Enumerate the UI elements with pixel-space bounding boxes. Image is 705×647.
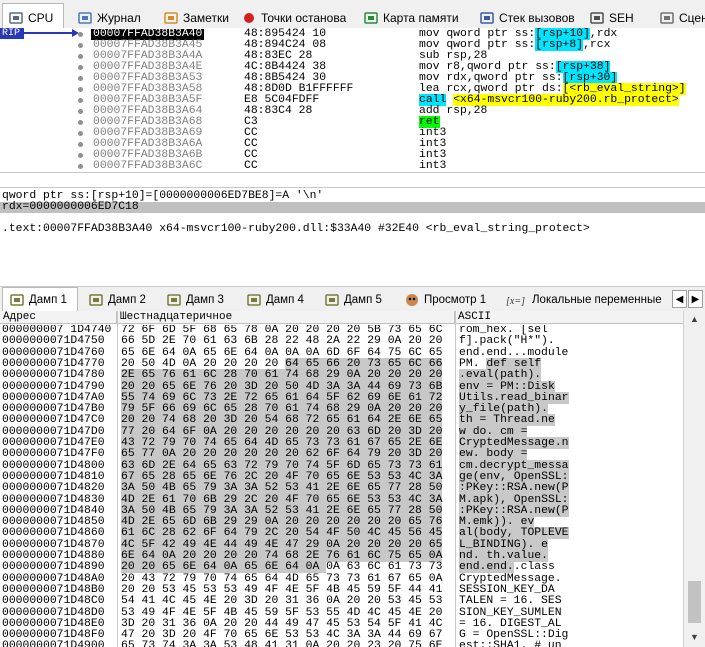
- tab-label: Дамп 1: [29, 294, 67, 306]
- tab-scroll-left-button[interactable]: ◀: [672, 290, 687, 308]
- dump-scrollbar[interactable]: ▲ ▼: [683, 311, 705, 647]
- breakpoint-bullet[interactable]: [78, 120, 83, 125]
- tab-label: Локальные переменные: [532, 294, 662, 306]
- tab-label: Сцена: [679, 10, 705, 25]
- tab-label: Стек вызовов: [499, 10, 575, 25]
- breakpoint-bullet[interactable]: [78, 87, 83, 92]
- breakpoint-icon: [241, 11, 257, 25]
- tab-log[interactable]: Журнал: [72, 5, 150, 30]
- tab-дамп-1[interactable]: Дамп 1: [2, 287, 78, 312]
- tab-дамп-2[interactable]: Дамп 2: [82, 289, 158, 311]
- header-address[interactable]: Адрес: [0, 311, 117, 324]
- dump-row[interactable]: 0000000071D4780 2E 65 76 61 6C 28 70 61 7…: [0, 369, 683, 382]
- breakpoint-bullet[interactable]: [78, 65, 83, 70]
- dump-view[interactable]: 000000007 1D4740 72 6F 6D 5F 68 65 78 0A …: [0, 325, 683, 647]
- dump-address: 0000000071D4780: [2, 369, 105, 382]
- breakpoint-bullet[interactable]: [78, 164, 83, 169]
- breakpoint-bullet[interactable]: [78, 142, 83, 147]
- instruction-bytes: CC: [244, 160, 258, 172]
- dump-address: 0000000071D4820: [2, 482, 105, 495]
- dump-ascii: TALEN = 16. SES: [459, 595, 562, 608]
- instruction-address: 00007FFAD38B3A6C: [93, 160, 203, 172]
- memory-map-icon: [363, 11, 379, 25]
- tab-scene[interactable]: Сцена: [654, 5, 705, 30]
- tab-seh[interactable]: SEH: [584, 5, 646, 30]
- log-icon: [77, 11, 93, 25]
- tab-локальные-переменные[interactable]: [x=] Локальные переменные: [500, 289, 670, 311]
- watch-icon: [404, 293, 420, 307]
- tab-дамп-5[interactable]: Дамп 5: [318, 289, 394, 311]
- breakpoint-bullet[interactable]: [78, 153, 83, 158]
- tab-notes[interactable]: Заметки: [158, 5, 229, 30]
- tab-label: Дамп 4: [266, 294, 304, 306]
- dump-icon: [166, 293, 182, 307]
- dump-header: Адрес Шестнадцатеричное ASCII: [0, 311, 683, 324]
- dump-icon: [88, 293, 104, 307]
- column-divider: [117, 311, 118, 647]
- tab-label: SEH: [609, 10, 634, 25]
- dump-icon: [324, 293, 340, 307]
- location-line: .text:00007FFAD38B3A40 x64-msvcr100-ruby…: [2, 223, 590, 235]
- tab-label: Журнал: [97, 10, 141, 25]
- breakpoint-bullet[interactable]: [78, 43, 83, 48]
- breakpoint-bullet[interactable]: [78, 109, 83, 114]
- svg-text:[x=]: [x=]: [506, 296, 525, 307]
- asm-token: int3: [419, 160, 447, 172]
- disassembly-pane[interactable]: RIP 00007FFAD38B3A40 48:895424 10 mov qwor…: [0, 28, 705, 173]
- dump-address: 0000000071D48C0: [2, 595, 105, 608]
- breakpoint-bullet[interactable]: [78, 98, 83, 103]
- tab-label: Точки останова: [261, 10, 347, 25]
- info-pane: qword ptr ss:[rsp+10]=[0000000006ED7BE8]…: [0, 187, 705, 213]
- tab-дамп-4[interactable]: Дамп 4: [240, 289, 316, 311]
- column-divider: [455, 311, 456, 647]
- dump-tab-bar: Дамп 1 Дамп 2 Дамп 3 Дамп 4 Дамп 5 Просмотр 1…: [0, 286, 705, 312]
- scroll-thumb[interactable]: [688, 581, 701, 623]
- dump-ascii: :PKey::RSA.new(P: [459, 482, 569, 495]
- disasm-row[interactable]: 00007FFAD38B3A6C CC int3: [0, 160, 705, 172]
- tab-дамп-3[interactable]: Дамп 3: [160, 289, 236, 311]
- dump-icon: [9, 293, 25, 307]
- scroll-down-icon[interactable]: ▼: [687, 631, 702, 644]
- dump-ascii: .eval(path).: [459, 369, 542, 382]
- cpu-icon: [8, 11, 24, 25]
- breakpoint-bullet[interactable]: [78, 76, 83, 81]
- tab-label: Заметки: [183, 10, 229, 25]
- header-hex[interactable]: Шестнадцатеричное: [117, 311, 455, 324]
- tab-label: Дамп 3: [186, 294, 224, 306]
- dump-ascii: est::SHA1. # un: [459, 640, 562, 647]
- tab-label: Просмотр 1: [424, 294, 487, 306]
- tab-просмотр-1[interactable]: Просмотр 1: [398, 289, 494, 311]
- tab-label: CPU: [28, 11, 54, 25]
- tab-call-stack[interactable]: Стек вызовов: [474, 5, 576, 30]
- scene-icon: [659, 11, 675, 25]
- locals-icon: [x=]: [506, 293, 528, 307]
- dump-hex: 65 73 74 3A 3A 53 48 41 31 0A 20 20 23 2…: [121, 640, 443, 647]
- tab-label: Дамп 2: [108, 294, 146, 306]
- dump-icon: [246, 293, 262, 307]
- asm-token: [rsp+8]: [535, 39, 584, 51]
- tab-scroll-right-button[interactable]: ▶: [688, 290, 703, 308]
- scroll-up-icon[interactable]: ▲: [687, 313, 702, 326]
- tab-label: Карта памяти: [383, 10, 459, 25]
- tab-label: Дамп 5: [344, 294, 382, 306]
- dump-row[interactable]: 0000000071D4820 3A 50 4B 65 79 3A 3A 52 5…: [0, 482, 683, 495]
- dump-row[interactable]: 0000000071D4900 65 73 74 3A 3A 53 48 41 3…: [0, 641, 683, 647]
- dump-hex: 2E 65 76 61 6C 28 70 61 74 68 29 0A 20 2…: [121, 369, 443, 382]
- header-ascii[interactable]: ASCII: [455, 311, 683, 324]
- dump-address: 0000000071D4900: [2, 640, 105, 647]
- breakpoint-bullet[interactable]: [78, 32, 83, 37]
- call-stack-icon: [479, 11, 495, 25]
- tab-memory-map[interactable]: Карта памяти: [358, 5, 466, 30]
- register-info: rdx=0000000006ED7C18: [0, 201, 705, 213]
- breakpoint-bullet[interactable]: [78, 131, 83, 136]
- notes-icon: [163, 11, 179, 25]
- dump-hex: 3A 50 4B 65 79 3A 3A 52 53 41 2E 6E 65 7…: [121, 482, 443, 495]
- seh-icon: [589, 11, 605, 25]
- breakpoint-bullet[interactable]: [78, 54, 83, 59]
- asm-token: ,rcx: [583, 39, 611, 51]
- tab-breakpoint[interactable]: Точки останова: [236, 5, 350, 30]
- instruction-text: int3: [419, 160, 447, 172]
